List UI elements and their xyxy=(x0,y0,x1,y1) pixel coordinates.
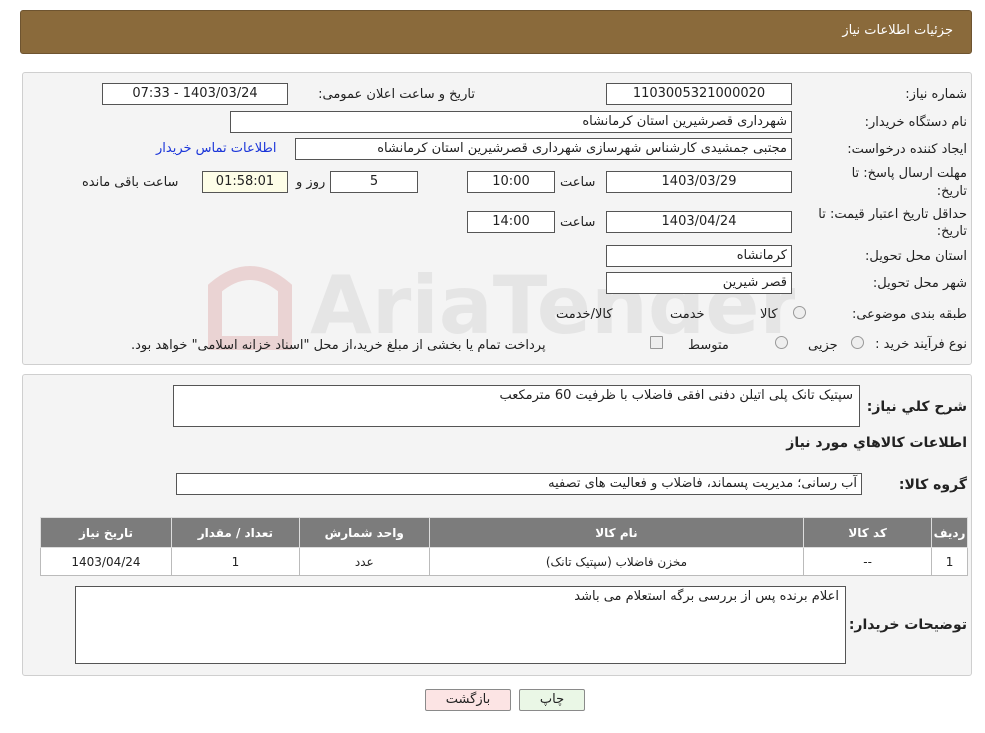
col-code: کد کالا xyxy=(803,517,933,548)
goods-table-header: رديف کد کالا نام کالا واحد شمارش تعداد /… xyxy=(40,517,968,548)
goods-group-label: گروه کالا: xyxy=(898,477,967,493)
process-minor-label: جزیی xyxy=(808,338,838,353)
buyer-notes-label: توضیحات خریدار: xyxy=(848,617,967,633)
validity-time-label: ساعت xyxy=(560,215,596,230)
summary-label: شرح کلي نياز: xyxy=(866,399,967,415)
print-button[interactable]: چاپ xyxy=(519,689,585,711)
treasury-note: پرداخت تمام یا بخشی از مبلغ خرید،از محل … xyxy=(131,338,546,353)
summary-text: سپتیک تانک پلی اتیلن دفنی افقی فاضلاب با… xyxy=(499,388,853,403)
category-label: طبقه بندی موضوعی: xyxy=(851,307,967,322)
page-title: جزئیات اطلاعات نیاز xyxy=(842,23,953,38)
page-header: جزئیات اطلاعات نیاز xyxy=(20,10,972,54)
province-field: کرمانشاه xyxy=(606,245,792,267)
cell-date: 1403/04/24 xyxy=(40,547,172,576)
buyer-org-field: شهرداری قصرشیرین استان کرمانشاه xyxy=(230,111,792,133)
deadline-label-2: تاریخ: xyxy=(936,184,967,199)
category-goods-label: کالا xyxy=(760,307,778,322)
cell-unit: عدد xyxy=(298,547,430,576)
days-remaining-field: 5 xyxy=(330,171,418,193)
table-row: 1 -- مخزن فاضلاب (سپتیک تانک) عدد 1 1403… xyxy=(40,547,968,576)
col-name: نام کالا xyxy=(428,517,805,548)
validity-label-2: تاریخ: xyxy=(936,224,967,239)
time-remaining-field: 01:58:01 xyxy=(202,171,288,193)
buyer-notes-field: اعلام برنده پس از بررسی برگه استعلام می … xyxy=(75,586,846,664)
cell-name: مخزن فاضلاب (سپتیک تانک) xyxy=(428,547,805,576)
need-number-label: شماره نیاز: xyxy=(905,87,967,102)
cell-code: -- xyxy=(803,547,933,576)
goods-info-title: اطلاعات کالاهاي مورد نياز xyxy=(786,435,967,451)
treasury-checkbox[interactable] xyxy=(650,336,663,349)
validity-label-1: حداقل تاریخ اعتبار قیمت: تا xyxy=(818,207,967,222)
deadline-date-field: 1403/03/29 xyxy=(606,171,792,193)
creator-label: ایجاد کننده درخواست: xyxy=(847,142,967,157)
days-label: روز و xyxy=(296,175,326,190)
creator-field: مجتبی جمشیدی کارشناس شهرسازی شهرداری قصر… xyxy=(295,138,792,160)
time-remaining-label: ساعت باقی مانده xyxy=(82,175,179,190)
deadline-time-label: ساعت xyxy=(560,175,596,190)
announce-datetime-label: تاریخ و ساعت اعلان عمومی: xyxy=(318,87,475,102)
announce-datetime-field: 1403/03/24 - 07:33 xyxy=(102,83,288,105)
deadline-time-field: 10:00 xyxy=(467,171,555,193)
cell-row: 1 xyxy=(931,547,968,576)
need-number-field: 1103005321000020 xyxy=(606,83,792,105)
province-label: استان محل تحویل: xyxy=(865,249,967,264)
summary-field: سپتیک تانک پلی اتیلن دفنی افقی فاضلاب با… xyxy=(173,385,860,427)
category-goods-radio[interactable] xyxy=(793,306,806,319)
goods-table: رديف کد کالا نام کالا واحد شمارش تعداد /… xyxy=(40,517,968,576)
process-medium-label: متوسط xyxy=(688,338,729,353)
cell-qty: 1 xyxy=(170,547,300,576)
validity-date-field: 1403/04/24 xyxy=(606,211,792,233)
city-label: شهر محل تحویل: xyxy=(872,276,967,291)
back-button[interactable]: بازگشت xyxy=(425,689,511,711)
col-qty: تعداد / مقدار xyxy=(170,517,300,548)
buyer-contact-link[interactable]: اطلاعات تماس خریدار xyxy=(156,141,276,156)
process-minor-radio[interactable] xyxy=(851,336,864,349)
process-type-label: نوع فرآیند خرید : xyxy=(875,337,967,352)
col-date: تاریخ نیاز xyxy=(40,517,172,548)
city-field: قصر شیرین xyxy=(606,272,792,294)
category-goods-service-label: کالا/خدمت xyxy=(556,307,613,322)
category-service-label: خدمت xyxy=(670,307,705,322)
buyer-org-label: نام دستگاه خریدار: xyxy=(864,115,967,130)
goods-group-field: آب رسانی؛ مدیریت پسماند، فاضلاب و فعالیت… xyxy=(176,473,862,495)
col-unit: واحد شمارش xyxy=(298,517,430,548)
buyer-notes-text: اعلام برنده پس از بررسی برگه استعلام می … xyxy=(574,589,839,604)
deadline-label-1: مهلت ارسال پاسخ: تا xyxy=(851,166,967,181)
col-row: رديف xyxy=(931,517,968,548)
validity-time-field: 14:00 xyxy=(467,211,555,233)
process-medium-radio[interactable] xyxy=(775,336,788,349)
